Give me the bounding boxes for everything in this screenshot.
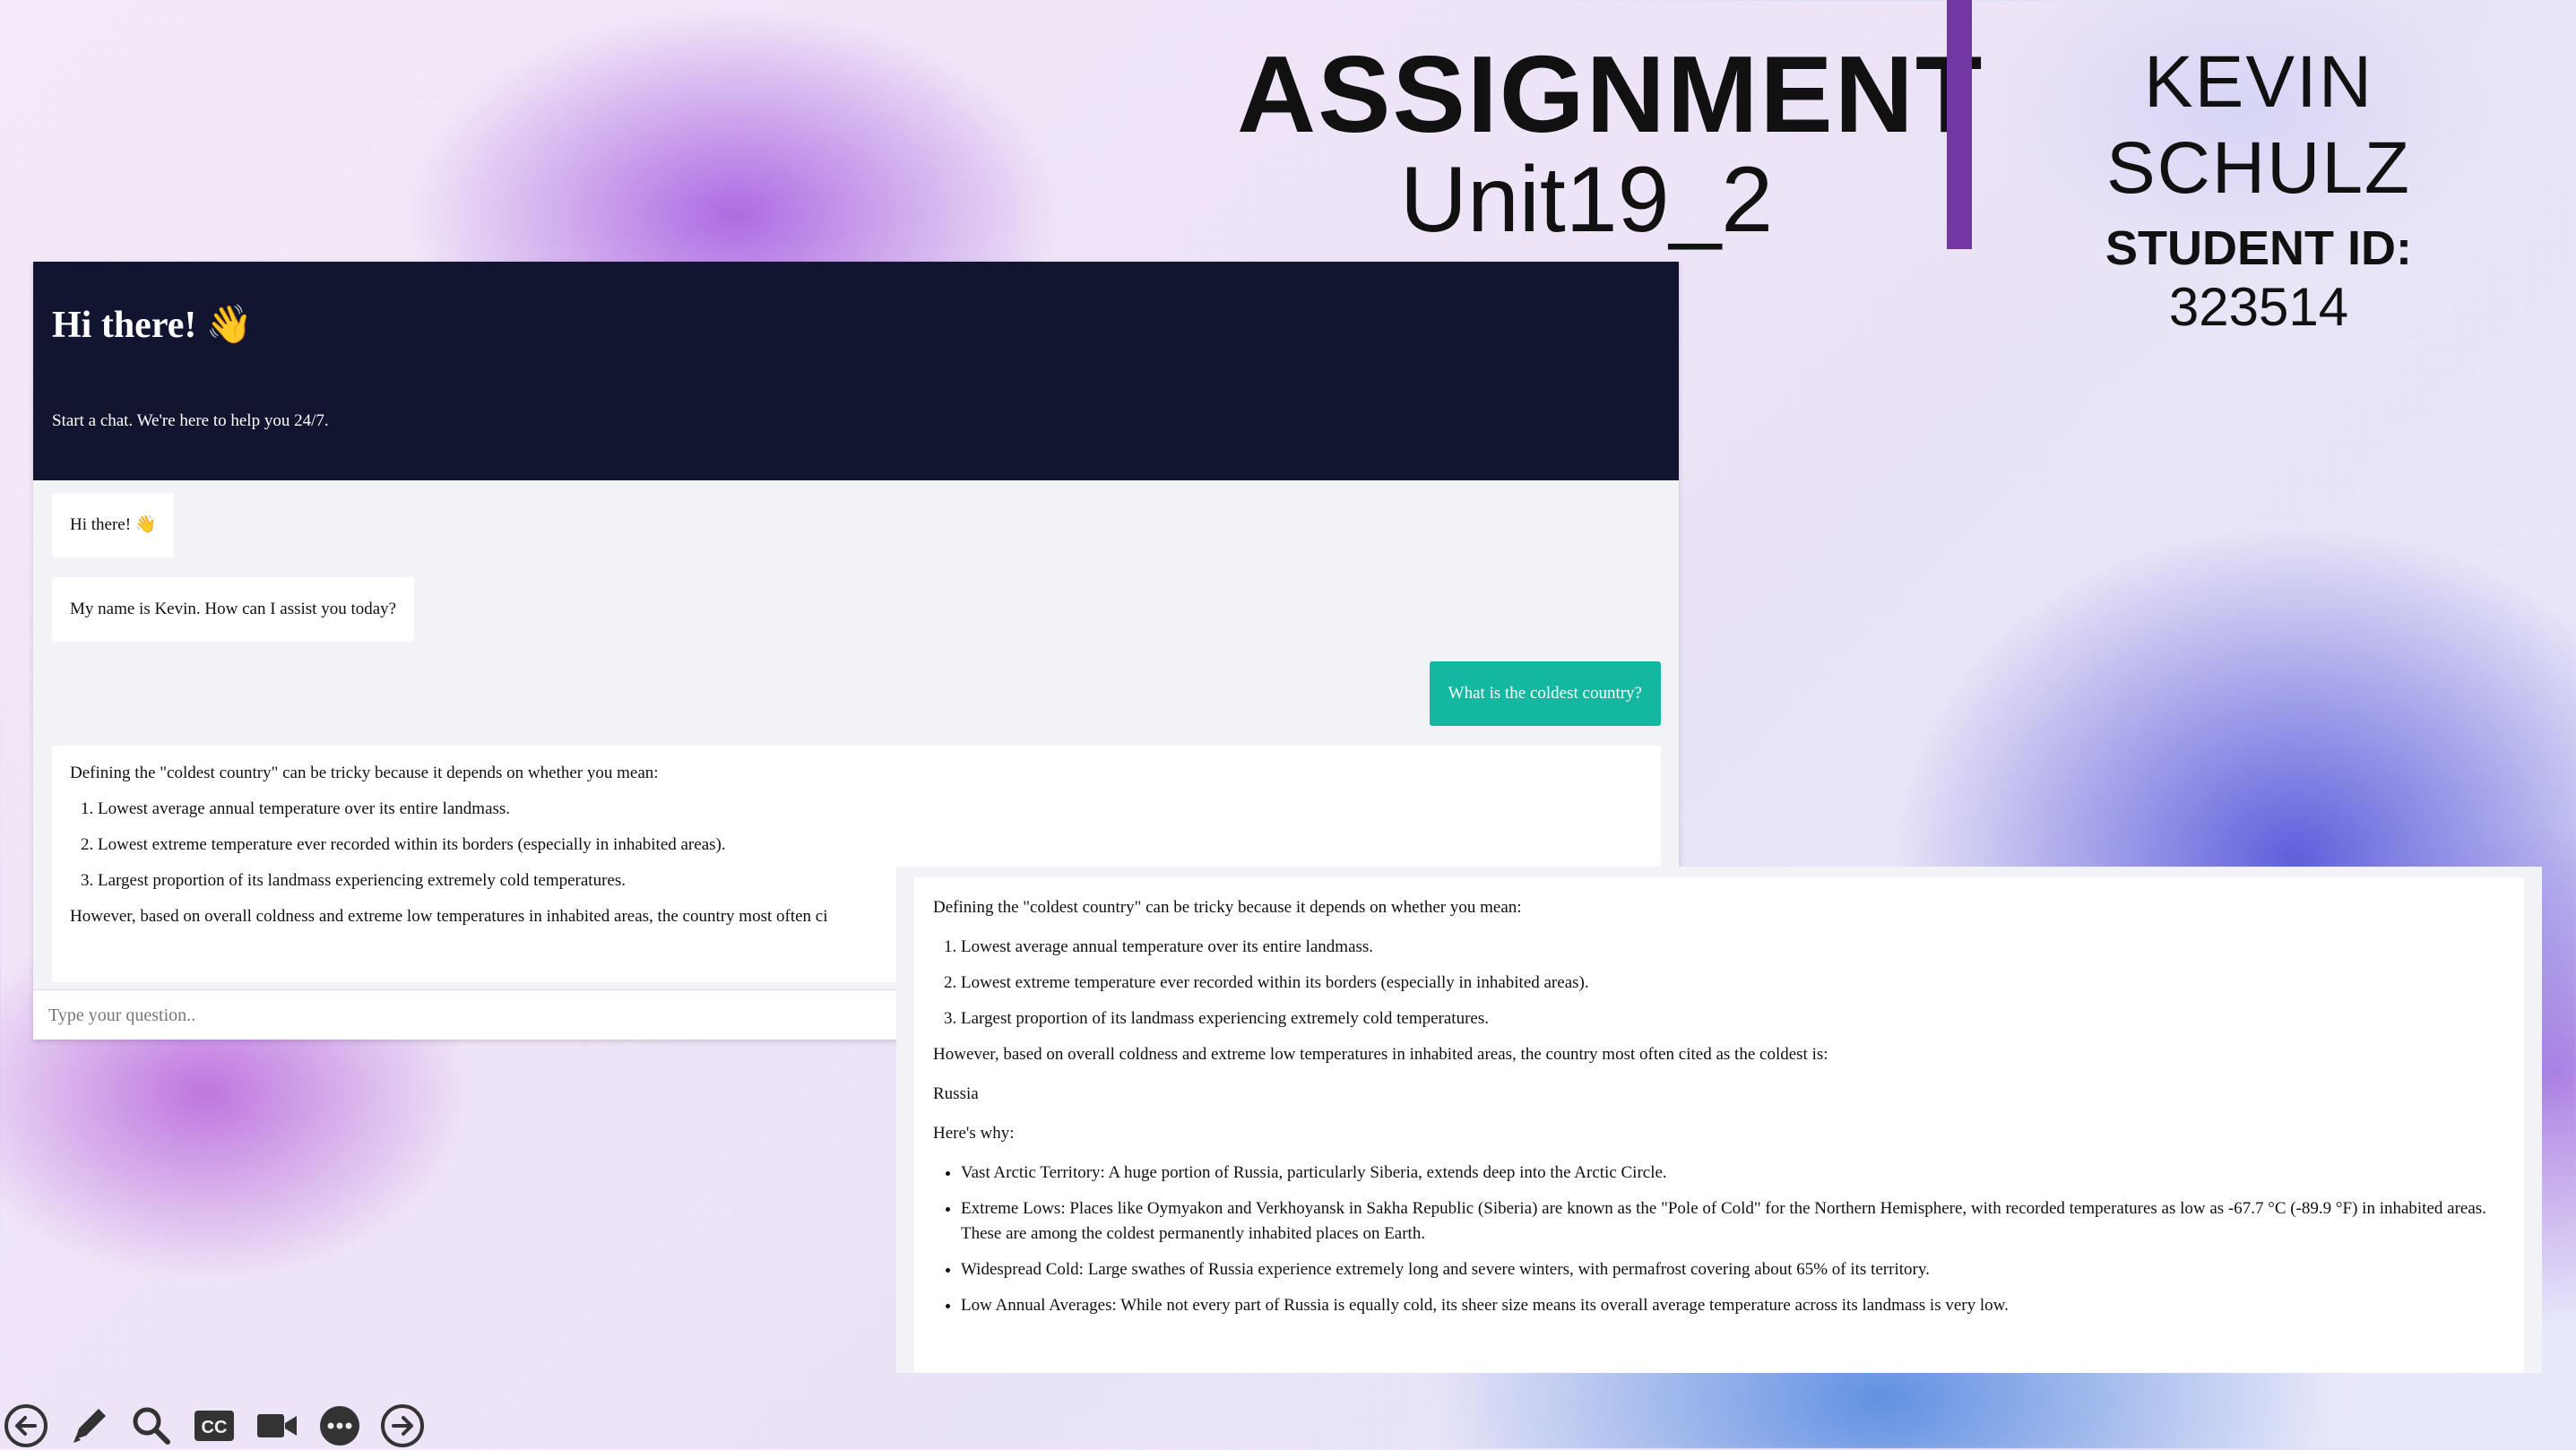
zoom-icon[interactable] [127, 1402, 176, 1450]
student-info: KEVIN SCHULZ STUDENT ID: 323514 [1981, 39, 2537, 335]
camera-icon[interactable] [253, 1402, 301, 1450]
zoom-country: Russia [933, 1084, 979, 1103]
slide-subtitle: Unit19_2 [1399, 148, 1774, 252]
zoomed-answer-panel: Defining the "coldest country" can be tr… [896, 867, 2542, 1373]
zoom-lead: However, based on overall coldness and e… [933, 1045, 1828, 1064]
list-item: Lowest extreme temperature ever recorded… [98, 835, 1643, 855]
zoom-reasons-list: Vast Arctic Territory: A huge portion of… [933, 1161, 2505, 1318]
chat-header: Hi there! 👋 Start a chat. We're here to … [33, 262, 1679, 480]
slide-title-block: ASSIGNMENT Unit19_2 [1237, 33, 1984, 252]
list-item: Low Annual Averages: While not every par… [961, 1293, 2505, 1318]
list-item: Widespread Cold: Large swathes of Russia… [961, 1257, 2505, 1282]
forward-arrow-icon[interactable] [378, 1402, 427, 1450]
list-item: Vast Arctic Territory: A huge portion of… [961, 1161, 2505, 1186]
closed-captions-icon[interactable]: CC [190, 1402, 238, 1450]
zoom-why: Here's why: [933, 1124, 1015, 1143]
list-item: Extreme Lows: Places like Oymyakon and V… [961, 1196, 2505, 1247]
more-icon[interactable] [316, 1402, 364, 1450]
back-arrow-icon[interactable] [2, 1402, 50, 1450]
svg-text:CC: CC [202, 1418, 228, 1437]
slide-title: ASSIGNMENT [1237, 33, 1984, 155]
student-id: 323514 [2168, 277, 2349, 337]
pen-icon[interactable] [65, 1402, 113, 1450]
list-item: Lowest extreme temperature ever recorded… [961, 971, 2505, 996]
list-item: Lowest average annual temperature over i… [98, 799, 1643, 819]
chat-header-subtitle: Start a chat. We're here to help you 24/… [52, 411, 329, 430]
list-item: Lowest average annual temperature over i… [961, 935, 2505, 960]
zoom-criteria-list: Lowest average annual temperature over i… [933, 935, 2505, 1031]
user-message: What is the coldest country? [1429, 661, 1661, 726]
title-divider [1947, 0, 1972, 249]
zoom-intro: Defining the "coldest country" can be tr… [933, 898, 1522, 917]
presentation-toolbar: CC [2, 1402, 427, 1450]
student-name: KEVIN SCHULZ [2105, 41, 2412, 209]
answer-intro: Defining the "coldest country" can be tr… [70, 764, 659, 782]
student-id-label: STUDENT ID: [2105, 221, 2412, 275]
zoomed-answer[interactable]: Defining the "coldest country" can be tr… [914, 877, 2524, 1373]
list-item: Largest proportion of its landmass exper… [961, 1006, 2505, 1031]
bot-message-intro: My name is Kevin. How can I assist you t… [52, 577, 415, 642]
bot-message-greeting: Hi there! 👋 [52, 493, 175, 557]
chat-header-title: Hi there! 👋 [52, 305, 254, 346]
